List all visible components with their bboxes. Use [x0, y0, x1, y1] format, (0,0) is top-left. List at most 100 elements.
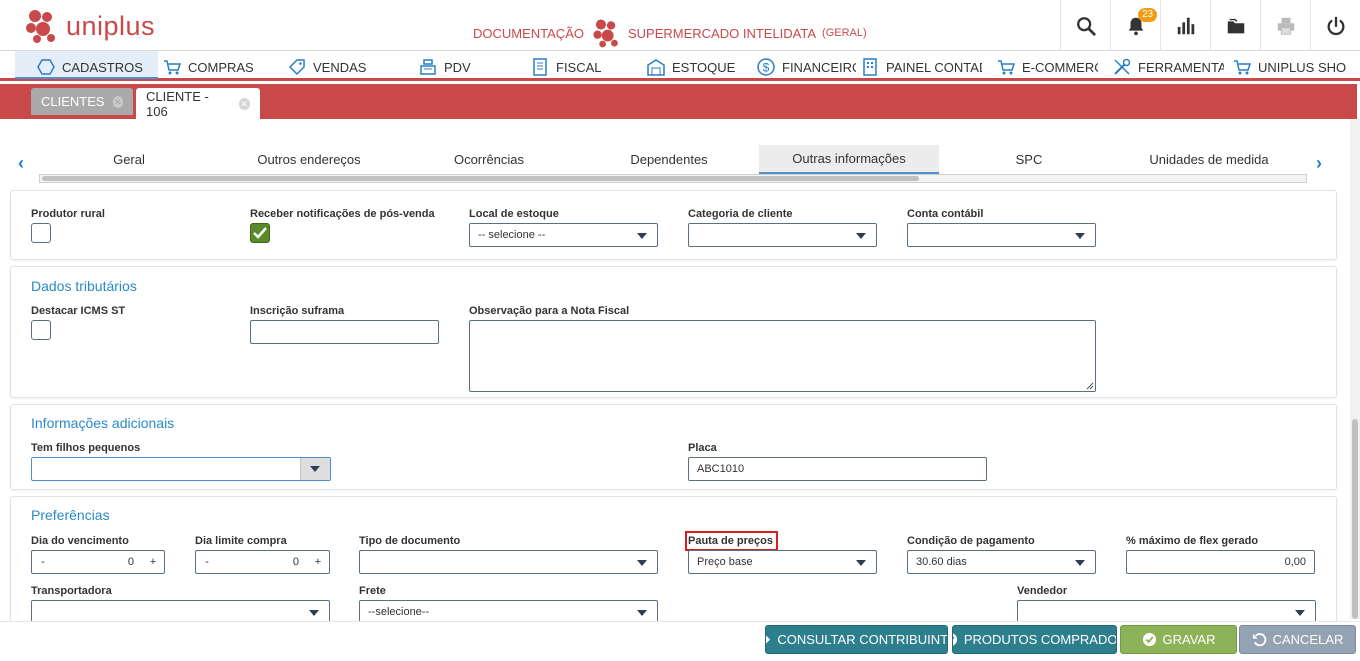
tab-ocorrencias[interactable]: Ocorrências	[399, 145, 579, 174]
tem-filhos-label: Tem filhos pequenos	[31, 442, 141, 454]
placa-label: Placa	[688, 442, 717, 454]
register-icon	[420, 59, 436, 75]
menu-label: E-COMMERCE	[1022, 59, 1098, 75]
inscricao-suframa-label: Inscrição suframa	[250, 305, 345, 317]
select-value: Preço base	[697, 556, 753, 568]
handshake-icon	[766, 635, 771, 644]
menu-label: FERRAMENTAS	[1138, 59, 1224, 75]
dia-limite-label: Dia limite compra	[195, 535, 287, 547]
dia-limite-stepper[interactable]: - 0 +	[195, 550, 330, 574]
produtor-rural-checkbox[interactable]	[31, 223, 51, 243]
scrollbar-thumb[interactable]	[1352, 419, 1358, 619]
scrollbar-thumb[interactable]	[42, 176, 919, 181]
consultar-contribuinte-button[interactable]: CONSULTAR CONTRIBUINTE	[765, 625, 948, 654]
menu-label: UNIPLUS SHOP	[1258, 59, 1346, 75]
produtos-comprados-button[interactable]: PRODUTOS COMPRADOS	[952, 625, 1117, 654]
document-icon	[533, 58, 547, 76]
flex-gerado-label: % máximo de flex gerado	[1126, 535, 1259, 547]
destacar-icms-checkbox[interactable]	[31, 320, 51, 340]
tab-label: Outros endereços	[257, 152, 361, 167]
flex-gerado-input[interactable]: 0,00	[1126, 550, 1315, 574]
tab-label: Outras informações	[792, 151, 906, 166]
files-button[interactable]	[1210, 0, 1260, 51]
chevron-down-icon	[1075, 560, 1085, 566]
menu-financeiro[interactable]: $ FINANCEIRO	[756, 57, 856, 77]
record-tabs: ‹ Geral Outros endereços Ocorrências Dep…	[8, 145, 1338, 185]
tab-outras-informacoes[interactable]: Outras informações	[759, 145, 939, 174]
cart-icon	[164, 60, 182, 75]
print-button[interactable]	[1260, 0, 1310, 51]
input-value: ABC1010	[697, 463, 745, 475]
cancelar-button[interactable]: CANCELAR	[1239, 625, 1356, 654]
page-scrollbar[interactable]	[1350, 119, 1360, 619]
tab-dependentes[interactable]: Dependentes	[579, 145, 759, 174]
close-icon[interactable]: ✕	[112, 95, 123, 108]
placa-input[interactable]: ABC1010	[688, 457, 987, 481]
menu-vendas[interactable]: VENDAS	[287, 57, 397, 77]
check-circle-icon	[953, 633, 957, 646]
condicao-pagamento-select[interactable]: 30.60 dias	[907, 550, 1096, 574]
chevron-down-icon	[1295, 610, 1305, 616]
reports-button[interactable]	[1160, 0, 1210, 51]
conta-contabil-select[interactable]	[907, 223, 1096, 247]
close-icon[interactable]: ✕	[238, 97, 250, 110]
button-label: GRAVAR	[1162, 632, 1216, 647]
observacao-textarea[interactable]	[469, 320, 1096, 392]
pauta-precos-select[interactable]: Preço base	[688, 550, 877, 574]
menu-label: VENDAS	[313, 59, 367, 75]
chevron-down-icon	[637, 233, 647, 239]
company-name: SUPERMERCADO INTELIDATA	[627, 25, 817, 41]
check-circle-icon	[1142, 632, 1156, 647]
logout-button[interactable]	[1310, 0, 1360, 51]
menu-e-commerce[interactable]: E-COMMERCE	[996, 57, 1098, 77]
dropdown-button[interactable]	[300, 458, 330, 480]
menu-label: FISCAL	[556, 59, 602, 75]
tipo-documento-select[interactable]	[359, 550, 658, 574]
increment-button[interactable]: +	[307, 556, 329, 568]
tem-filhos-select[interactable]	[31, 457, 331, 481]
tab-unidades-medida[interactable]: Unidades de medida	[1119, 145, 1299, 174]
conta-contabil-label: Conta contábil	[907, 208, 984, 220]
decrement-button[interactable]: -	[32, 556, 54, 568]
frete-label: Frete	[359, 585, 386, 597]
decrement-button[interactable]: -	[196, 556, 218, 568]
gravar-button[interactable]: GRAVAR	[1120, 625, 1237, 654]
section-title: Preferências	[31, 507, 110, 523]
chevron-right-icon[interactable]: ›	[1316, 153, 1322, 174]
tab-spc[interactable]: SPC	[939, 145, 1119, 174]
tabs-scrollbar[interactable]	[39, 174, 1307, 183]
menu-ferramentas[interactable]: FERRAMENTAS	[1112, 57, 1224, 77]
company-title: DOCUMENTAÇÃO SUPERMERCADO INTELIDATA (GE…	[473, 17, 867, 49]
notificacoes-checkbox[interactable]	[250, 223, 270, 243]
dollar-icon: $	[757, 58, 775, 76]
search-button[interactable]	[1060, 0, 1110, 51]
resize-handle-icon[interactable]	[1086, 382, 1094, 390]
menu-pdv[interactable]: PDV	[418, 57, 508, 77]
tab-clientes[interactable]: CLIENTES ✕	[31, 88, 133, 115]
dia-vencimento-stepper[interactable]: - 0 +	[31, 550, 165, 574]
tab-geral[interactable]: Geral	[39, 145, 219, 174]
preferencias-panel: Preferências Dia do vencimento - 0 + Dia…	[10, 496, 1337, 626]
uniplus-logo[interactable]: uniplus	[22, 6, 155, 46]
notifications-button[interactable]: 23	[1110, 0, 1160, 51]
inscricao-suframa-input[interactable]	[250, 320, 439, 344]
menu-fiscal[interactable]: FISCAL	[530, 57, 630, 77]
menu-painel-contador[interactable]: PAINEL CONTADOR	[860, 57, 982, 77]
menu-cadastros[interactable]: CADASTROS	[36, 57, 156, 77]
chevron-down-icon	[309, 610, 319, 616]
uniplus-logo-icon	[26, 10, 55, 43]
tab-outros-enderecos[interactable]: Outros endereços	[219, 145, 399, 174]
chevron-down-icon	[856, 560, 866, 566]
menu-compras[interactable]: COMPRAS	[162, 57, 277, 77]
categoria-cliente-select[interactable]	[688, 223, 877, 247]
increment-button[interactable]: +	[142, 556, 164, 568]
printer-icon	[1277, 17, 1294, 35]
local-estoque-select[interactable]: -- selecione --	[469, 223, 658, 247]
menu-uniplus-shop[interactable]: UNIPLUS SHOP	[1232, 57, 1346, 77]
menu-label: PAINEL CONTADOR	[886, 59, 982, 75]
chevron-left-icon[interactable]: ‹	[18, 153, 24, 174]
select-value: -- selecione --	[478, 229, 546, 241]
menu-estoque[interactable]: ESTOQUE	[646, 57, 746, 77]
tab-cliente-106[interactable]: CLIENTE - 106 ✕	[136, 88, 260, 119]
chevron-down-icon	[310, 466, 320, 472]
